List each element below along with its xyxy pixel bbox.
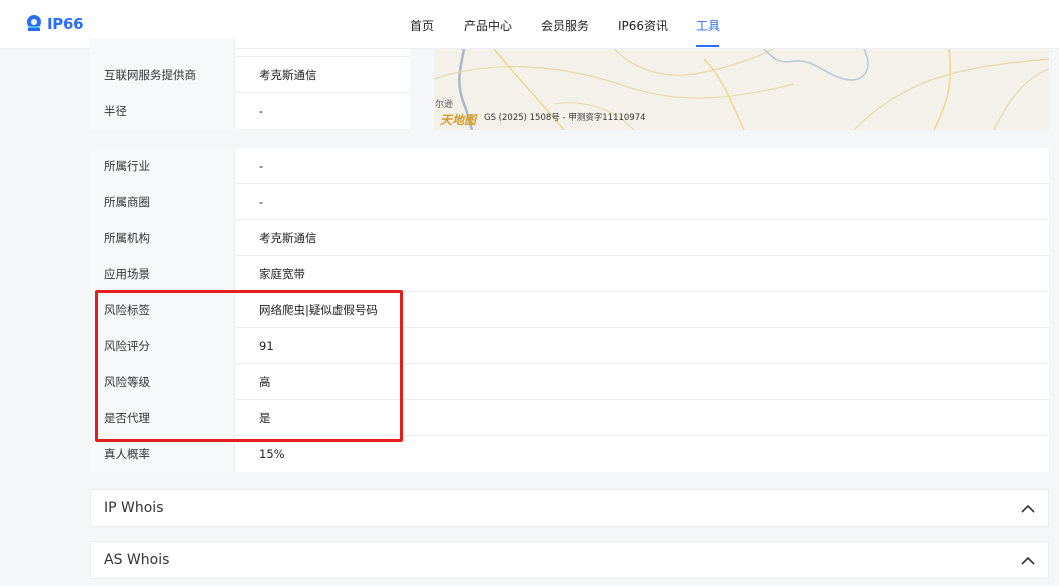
- row-value: -: [259, 104, 264, 118]
- nav-active-indicator: [696, 45, 719, 47]
- table-row: 互联网服务提供商 考克斯通信: [90, 57, 410, 93]
- table-row: 应用场景 家庭宽带: [90, 256, 1049, 292]
- row-value: 家庭宽带: [259, 267, 305, 281]
- row-key: 互联网服务提供商: [90, 57, 235, 93]
- accordion-title: AS Whois: [104, 552, 170, 568]
- chevron-up-icon[interactable]: [1020, 553, 1036, 569]
- row-key: 半径: [90, 93, 235, 129]
- nav-membership[interactable]: 会员服务: [541, 17, 589, 34]
- table-row: 半径 -: [90, 93, 410, 129]
- row-value: 考克斯通信: [259, 68, 317, 82]
- accordion-title: IP Whois: [104, 500, 164, 516]
- map-place-label: 尔逊: [435, 100, 454, 110]
- table-row: 所属行业 -: [90, 148, 1049, 184]
- as-whois-accordion[interactable]: AS Whois: [90, 541, 1049, 579]
- row-key: 所属行业: [90, 148, 235, 184]
- nav-products[interactable]: 产品中心: [464, 17, 512, 34]
- row-key: 所属机构: [90, 220, 235, 256]
- basic-info-table: 互联网服务提供商 考克斯通信 半径 -: [90, 39, 410, 129]
- table-row: 所属机构 考克斯通信: [90, 220, 1049, 256]
- chevron-up-icon[interactable]: [1020, 501, 1036, 517]
- row-value: -: [259, 195, 264, 209]
- map-copyright: GS (2025) 1508号 - 甲测资字11110974: [484, 113, 646, 123]
- nav-news[interactable]: IP66资讯: [618, 17, 668, 34]
- row-key: 所属商圈: [90, 184, 235, 220]
- row-value: -: [259, 159, 264, 173]
- nav-tools[interactable]: 工具: [696, 17, 720, 34]
- table-row: 所属商圈 -: [90, 184, 1049, 220]
- ip-whois-accordion[interactable]: IP Whois: [90, 489, 1049, 527]
- nav-home[interactable]: 首页: [410, 17, 434, 34]
- map-provider-logo: 天地图: [440, 113, 477, 127]
- table-row: [90, 39, 410, 57]
- row-key: 应用场景: [90, 256, 235, 292]
- row-value: 考克斯通信: [259, 231, 317, 245]
- risk-highlight-box: [95, 290, 403, 442]
